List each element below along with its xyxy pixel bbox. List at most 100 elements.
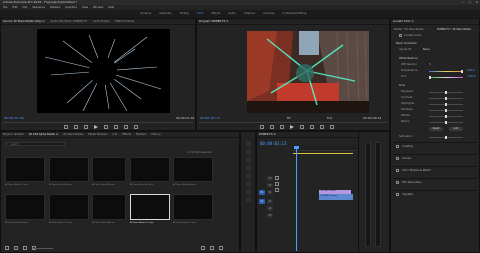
thumbnail-9-selected[interactable] <box>130 194 170 220</box>
thumbnail-10[interactable] <box>173 194 213 220</box>
tab-project[interactable]: Project: Untitled <box>3 132 24 137</box>
ripple-edit-tool-icon[interactable] <box>246 157 251 162</box>
tab-source[interactable]: Source: 4K Stars Rotate (Clip) ≡ <box>3 19 45 24</box>
reset-button[interactable]: Reset <box>429 127 443 131</box>
thumbnail-6[interactable] <box>5 194 45 220</box>
new-item-icon[interactable] <box>210 246 214 250</box>
export-frame-icon[interactable] <box>134 125 138 129</box>
trash-icon[interactable] <box>219 246 223 250</box>
exposure-slider[interactable] <box>429 91 463 94</box>
tab-program[interactable]: Program: POWER FX ≡ <box>199 19 228 24</box>
track-v1-source[interactable]: V1 <box>259 190 265 195</box>
track-v1-label[interactable]: V1 <box>267 190 273 195</box>
track-a1-source[interactable]: A1 <box>259 199 265 204</box>
write-protect-icon[interactable] <box>5 246 9 250</box>
track-v3-label[interactable]: V3 <box>267 176 273 181</box>
new-bin-icon[interactable] <box>201 246 205 250</box>
temperature-value[interactable]: 100.0 <box>467 69 474 72</box>
program-scrub-bar[interactable] <box>199 122 387 123</box>
tab-effect-controls[interactable]: Effect Controls <box>115 19 134 24</box>
tab-audio-tracks[interactable]: Audio Tracks <box>93 19 109 24</box>
track-select-tool-icon[interactable] <box>246 149 251 154</box>
ws-contextual[interactable]: Contextual Editing <box>282 12 306 15</box>
hsl-checkbox[interactable] <box>396 181 399 184</box>
whites-knob[interactable] <box>445 115 447 118</box>
tint-value[interactable]: -100.0 <box>467 75 475 78</box>
program-zoom[interactable]: Fit <box>287 116 291 120</box>
source-video[interactable] <box>37 29 170 113</box>
color-wheels-section[interactable]: Color Wheels & Match <box>393 166 477 174</box>
track-v2-label[interactable]: V2 <box>267 183 273 188</box>
eyedropper-icon[interactable]: ✎ <box>429 63 431 66</box>
creative-section[interactable]: Creative <box>393 142 477 150</box>
program-quality[interactable]: Full <box>327 116 332 120</box>
ws-graphics[interactable]: Graphics <box>244 12 255 15</box>
program-step-back-icon[interactable] <box>280 125 284 129</box>
program-play-icon[interactable] <box>290 125 294 129</box>
ws-audio[interactable]: Audio <box>228 12 235 15</box>
hsl-secondary-section[interactable]: HSL Secondary <box>393 178 477 186</box>
step-back-icon[interactable] <box>84 125 88 129</box>
lumetri-clip[interactable]: POWER FX * 4K Stars Rotate <box>437 28 471 31</box>
contrast-slider[interactable] <box>429 97 463 100</box>
extract-icon[interactable] <box>320 125 324 129</box>
selection-tool-icon[interactable] <box>246 141 251 146</box>
shadows-slider[interactable] <box>429 109 463 112</box>
tab-media-browser[interactable]: Media Browser <box>88 132 107 137</box>
track-a1-label[interactable]: A1 <box>267 199 273 204</box>
playhead-handle[interactable] <box>294 146 299 149</box>
source-timecode-in[interactable]: 00:00:01:06 <box>4 116 24 120</box>
blacks-slider[interactable] <box>429 121 463 124</box>
curves-checkbox[interactable] <box>396 157 399 160</box>
contrast-knob[interactable] <box>445 97 447 100</box>
lock-icon[interactable] <box>275 182 279 186</box>
type-tool-icon[interactable] <box>246 197 251 202</box>
playhead[interactable] <box>296 146 297 251</box>
vignette-checkbox[interactable] <box>396 193 399 196</box>
temperature-knob[interactable] <box>461 70 463 73</box>
curves-section[interactable]: Curves <box>393 154 477 162</box>
timeline-timecode[interactable]: 00:00:03:13 <box>260 141 287 146</box>
tab-lumetri[interactable]: Lumetri Color ≡ <box>393 19 414 24</box>
tint-slider[interactable] <box>429 76 463 79</box>
play-icon[interactable] <box>94 125 98 129</box>
basic-correction-header[interactable]: Basic Correction <box>396 42 417 45</box>
input-lut-dropdown[interactable]: None <box>423 48 430 51</box>
ws-editing[interactable]: Editing <box>180 12 189 15</box>
highlights-knob[interactable] <box>445 103 447 106</box>
tab-history[interactable]: History <box>151 132 160 137</box>
saturation-slider[interactable] <box>429 136 463 139</box>
creative-checkbox[interactable] <box>396 145 399 148</box>
thumbnail-4[interactable] <box>130 157 170 182</box>
tab-markers[interactable]: Markers <box>136 132 146 137</box>
overwrite-icon[interactable] <box>124 125 128 129</box>
thumbnail-5[interactable] <box>173 157 213 182</box>
hand-tool-icon[interactable] <box>246 189 251 194</box>
icon-view-icon[interactable] <box>23 246 27 250</box>
step-forward-icon[interactable] <box>104 125 108 129</box>
color-wheels-checkbox[interactable] <box>396 169 399 172</box>
thumbnail-7[interactable] <box>49 194 89 220</box>
insert-icon[interactable] <box>114 125 118 129</box>
slip-tool-icon[interactable] <box>246 173 251 178</box>
lock-icon[interactable] <box>275 176 279 180</box>
lock-icon[interactable] <box>275 188 279 192</box>
auto-button[interactable]: Auto <box>449 127 463 131</box>
vignette-section[interactable]: Vignette <box>393 190 477 198</box>
thumbnail-1[interactable] <box>5 157 45 182</box>
fx-toggle-checkbox[interactable] <box>399 34 402 37</box>
program-mark-out-icon[interactable] <box>270 125 274 129</box>
tab-stars-rotate-bin[interactable]: 4K Stars Rotate <box>63 132 83 137</box>
saturation-knob[interactable] <box>445 136 447 139</box>
tab-bokeh-bin[interactable]: 4K 100 Alpha Bokeh ≡ <box>29 132 58 137</box>
clip-v1[interactable]: POWER FX.mp4 <box>319 194 353 200</box>
zoom-slider[interactable] <box>33 248 53 249</box>
program-step-forward-icon[interactable] <box>300 125 304 129</box>
thumbnail-2[interactable] <box>49 157 89 182</box>
ws-effects[interactable]: Effects <box>212 12 221 15</box>
ws-assembly[interactable]: Assembly <box>159 12 172 15</box>
work-area-bar[interactable] <box>293 153 353 154</box>
whites-slider[interactable] <box>429 115 463 118</box>
mark-in-icon[interactable] <box>64 125 68 129</box>
source-scrub-bar[interactable] <box>3 122 193 123</box>
